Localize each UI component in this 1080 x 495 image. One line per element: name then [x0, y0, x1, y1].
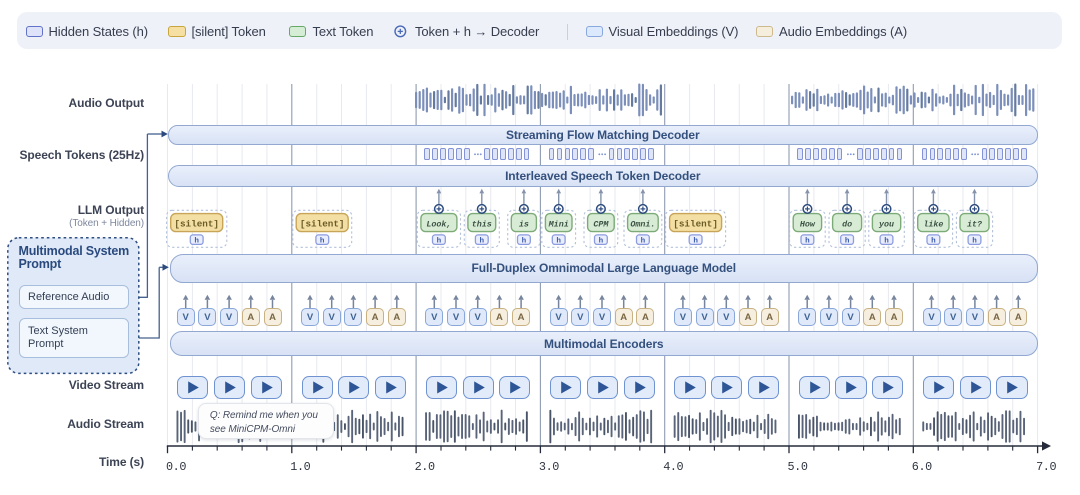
svg-text:is: is — [519, 219, 529, 229]
svg-text:you: you — [878, 219, 894, 229]
svg-text:Mini: Mini — [548, 219, 569, 229]
svg-text:h: h — [599, 238, 604, 246]
svg-text:like: like — [923, 219, 943, 229]
svg-text:How: How — [800, 219, 816, 229]
svg-text:h: h — [693, 238, 698, 246]
svg-text:h: h — [884, 238, 889, 246]
svg-text:[silent]: [silent] — [673, 219, 718, 230]
svg-text:h: h — [641, 238, 646, 246]
svg-text:Look,: Look, — [426, 219, 451, 229]
svg-text:h: h — [972, 238, 977, 246]
svg-text:Omni.: Omni. — [630, 219, 655, 229]
svg-text:[silent]: [silent] — [300, 219, 345, 230]
svg-text:h: h — [845, 238, 850, 246]
svg-text:h: h — [194, 238, 199, 246]
svg-text:h: h — [805, 238, 810, 246]
svg-text:h: h — [480, 238, 485, 246]
svg-text:h: h — [437, 238, 442, 246]
svg-text:CPM: CPM — [593, 219, 609, 229]
svg-text:h: h — [522, 238, 527, 246]
svg-text:h: h — [320, 238, 325, 246]
svg-text:it?: it? — [967, 219, 982, 229]
svg-text:this: this — [472, 219, 492, 229]
svg-text:h: h — [931, 238, 936, 246]
svg-text:do: do — [842, 219, 852, 229]
svg-text:[silent]: [silent] — [174, 219, 219, 230]
svg-text:h: h — [556, 238, 561, 246]
